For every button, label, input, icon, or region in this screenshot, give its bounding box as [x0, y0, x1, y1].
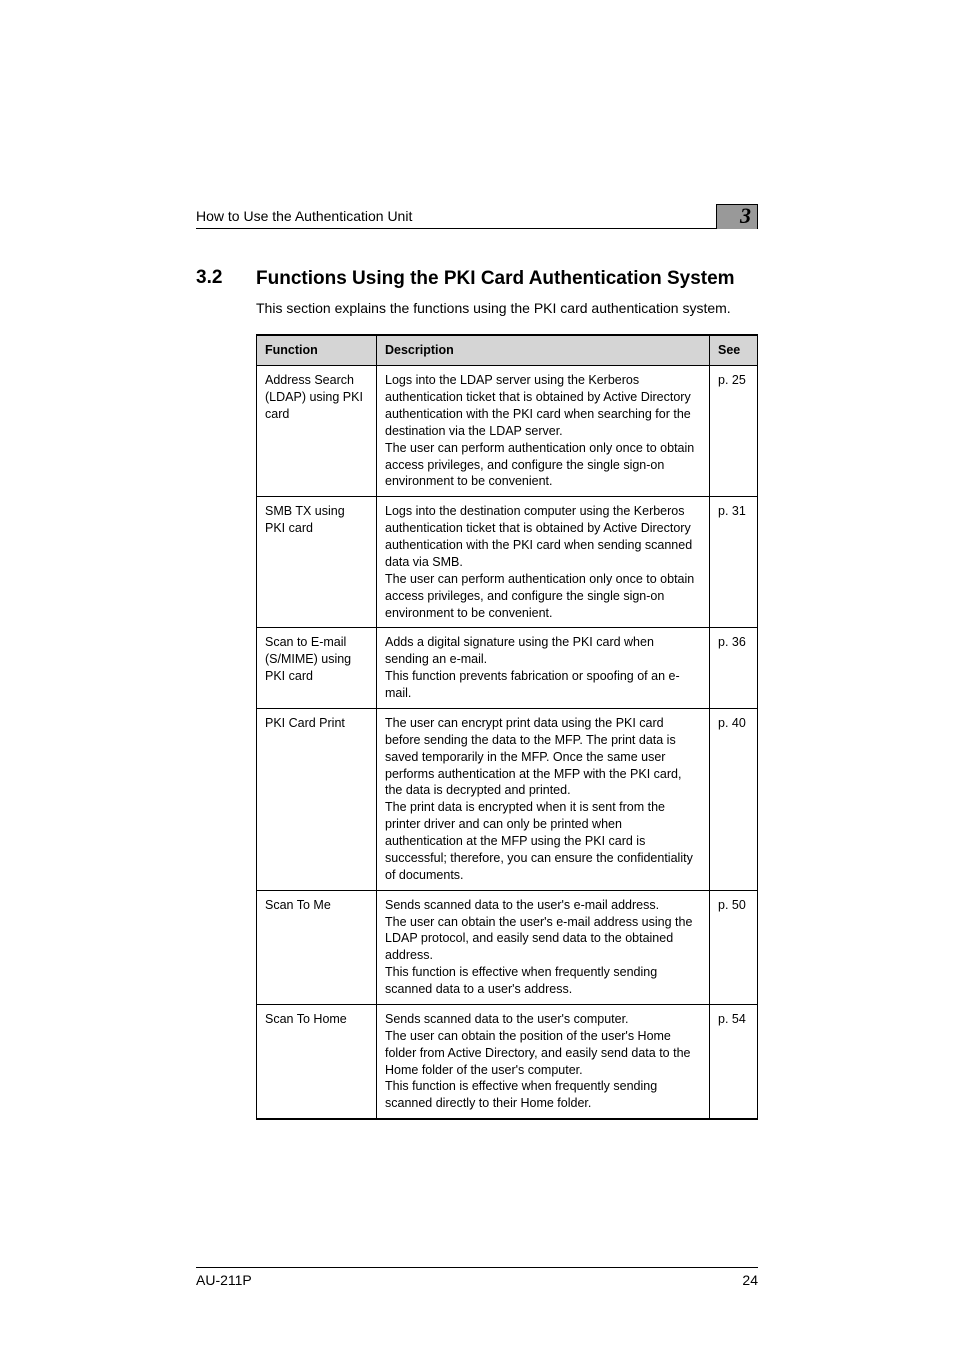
desc-part: This function is effective when frequent…	[385, 964, 701, 998]
page-footer: AU-211P 24	[196, 1267, 758, 1288]
cell-see: p. 50	[710, 890, 758, 1004]
footer-model: AU-211P	[196, 1272, 252, 1288]
desc-part: Adds a digital signature using the PKI c…	[385, 634, 701, 668]
cell-function: Scan to E-mail (S/MIME) using PKI card	[257, 628, 377, 709]
header-description: Description	[377, 335, 710, 365]
table-row: Scan To Me Sends scanned data to the use…	[257, 890, 758, 1004]
table-row: PKI Card Print The user can encrypt prin…	[257, 708, 758, 890]
desc-part: The user can perform authentication only…	[385, 440, 701, 491]
chapter-number: 3	[740, 203, 751, 229]
cell-description: Sends scanned data to the user's e-mail …	[377, 890, 710, 1004]
running-head: How to Use the Authentication Unit 3	[196, 200, 758, 229]
cell-function: PKI Card Print	[257, 708, 377, 890]
cell-see: p. 40	[710, 708, 758, 890]
cell-function: SMB TX using PKI card	[257, 497, 377, 628]
section-intro: This section explains the functions usin…	[256, 299, 758, 319]
running-head-title: How to Use the Authentication Unit	[196, 208, 412, 224]
footer-page-number: 24	[742, 1272, 758, 1288]
header-see: See	[710, 335, 758, 365]
cell-function: Scan To Me	[257, 890, 377, 1004]
cell-description: Adds a digital signature using the PKI c…	[377, 628, 710, 709]
cell-function: Address Search (LDAP) using PKI card	[257, 366, 377, 497]
desc-part: The user can encrypt print data using th…	[385, 715, 701, 799]
cell-see: p. 36	[710, 628, 758, 709]
desc-part: Logs into the LDAP server using the Kerb…	[385, 372, 701, 440]
desc-part: The user can obtain the user's e-mail ad…	[385, 914, 701, 965]
cell-description: Sends scanned data to the user's compute…	[377, 1004, 710, 1119]
cell-description: Logs into the LDAP server using the Kerb…	[377, 366, 710, 497]
cell-description: The user can encrypt print data using th…	[377, 708, 710, 890]
functions-table: Function Description See Address Search …	[256, 334, 758, 1120]
table-header-row: Function Description See	[257, 335, 758, 365]
table-row: Scan To Home Sends scanned data to the u…	[257, 1004, 758, 1119]
section-heading: 3.2 Functions Using the PKI Card Authent…	[196, 267, 758, 291]
desc-part: This function prevents fabrication or sp…	[385, 668, 701, 702]
chapter-tab: 3	[716, 204, 758, 229]
table-row: Address Search (LDAP) using PKI card Log…	[257, 366, 758, 497]
desc-part: This function is effective when frequent…	[385, 1078, 701, 1112]
cell-function: Scan To Home	[257, 1004, 377, 1119]
section-title: Functions Using the PKI Card Authenticat…	[256, 267, 735, 291]
table-row: SMB TX using PKI card Logs into the dest…	[257, 497, 758, 628]
cell-description: Logs into the destination computer using…	[377, 497, 710, 628]
header-function: Function	[257, 335, 377, 365]
desc-part: Sends scanned data to the user's compute…	[385, 1011, 701, 1028]
desc-part: The user can perform authentication only…	[385, 571, 701, 622]
section-number: 3.2	[196, 267, 240, 289]
desc-part: Logs into the destination computer using…	[385, 503, 701, 571]
desc-part: The print data is encrypted when it is s…	[385, 799, 701, 883]
cell-see: p. 54	[710, 1004, 758, 1119]
desc-part: Sends scanned data to the user's e-mail …	[385, 897, 701, 914]
table-row: Scan to E-mail (S/MIME) using PKI card A…	[257, 628, 758, 709]
cell-see: p. 25	[710, 366, 758, 497]
desc-part: The user can obtain the position of the …	[385, 1028, 701, 1079]
cell-see: p. 31	[710, 497, 758, 628]
